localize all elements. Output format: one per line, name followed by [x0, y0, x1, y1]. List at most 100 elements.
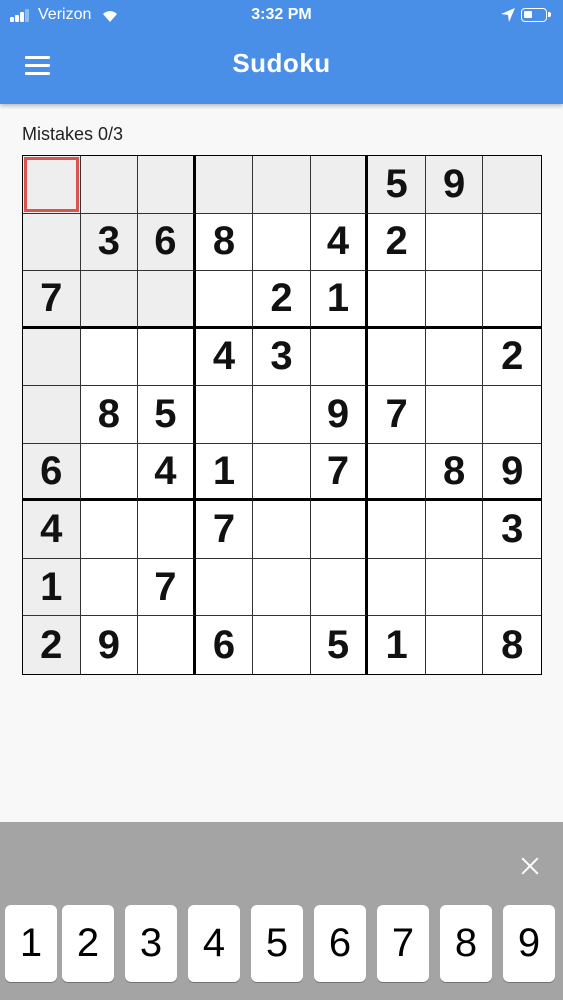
sudoku-cell[interactable]: 1 — [368, 616, 426, 674]
sudoku-cell[interactable]: 4 — [195, 328, 254, 387]
sudoku-board: 5936842721432859764178947317296518 — [22, 155, 542, 675]
sudoku-cell[interactable] — [80, 443, 139, 502]
sudoku-cell[interactable] — [253, 213, 311, 272]
mistakes-counter: Mistakes 0/3 — [22, 124, 124, 144]
number-key-8[interactable]: 8 — [440, 905, 492, 982]
sudoku-cell[interactable] — [483, 386, 541, 444]
sudoku-cell[interactable]: 4 — [23, 501, 81, 559]
sudoku-cell[interactable]: 6 — [23, 443, 81, 502]
sudoku-cell[interactable]: 8 — [80, 386, 139, 444]
sudoku-cell[interactable] — [310, 156, 369, 214]
number-key-6[interactable]: 6 — [314, 905, 366, 982]
close-icon[interactable] — [512, 848, 548, 884]
sudoku-cell[interactable] — [368, 501, 426, 559]
sudoku-cell[interactable] — [138, 271, 196, 329]
location-arrow-icon — [501, 8, 515, 22]
sudoku-cell[interactable]: 2 — [483, 329, 541, 387]
sudoku-cell[interactable] — [425, 386, 484, 444]
sudoku-cell[interactable] — [253, 558, 311, 617]
number-key-2[interactable]: 2 — [62, 905, 114, 982]
sudoku-cell[interactable] — [310, 558, 369, 617]
selected-cell[interactable] — [23, 156, 81, 214]
sudoku-cell[interactable] — [310, 328, 369, 387]
sudoku-cell[interactable] — [23, 328, 81, 387]
number-key-3[interactable]: 3 — [125, 905, 177, 982]
sudoku-cell[interactable] — [425, 328, 484, 387]
sudoku-cell[interactable] — [483, 214, 541, 272]
sudoku-cell[interactable] — [425, 213, 484, 272]
sudoku-cell[interactable] — [368, 271, 426, 329]
sudoku-cell[interactable] — [368, 443, 426, 502]
sudoku-cell[interactable]: 9 — [81, 616, 139, 674]
sudoku-cell[interactable] — [253, 443, 311, 502]
number-pad: 123456789 — [0, 822, 563, 1000]
sudoku-cell[interactable]: 7 — [195, 501, 254, 559]
sudoku-cell[interactable] — [138, 328, 196, 387]
sudoku-cell[interactable] — [80, 328, 139, 387]
sudoku-cell[interactable] — [253, 501, 311, 559]
app-bar: Verizon 3:32 PM Sudoku — [0, 0, 563, 104]
sudoku-cell[interactable] — [253, 616, 311, 674]
sudoku-cell[interactable]: 3 — [483, 501, 541, 559]
sudoku-cell[interactable] — [23, 213, 81, 272]
sudoku-cell[interactable] — [368, 558, 426, 617]
number-key-1[interactable]: 1 — [5, 905, 57, 982]
sudoku-cell[interactable]: 5 — [138, 386, 196, 444]
sudoku-cell[interactable] — [195, 156, 254, 214]
sudoku-cell[interactable]: 2 — [368, 213, 426, 272]
sudoku-cell[interactable] — [195, 386, 254, 444]
sudoku-cell[interactable] — [253, 156, 311, 214]
sudoku-cell[interactable]: 9 — [483, 444, 541, 502]
number-key-4[interactable]: 4 — [188, 905, 240, 982]
sudoku-cell[interactable]: 6 — [138, 213, 196, 272]
sudoku-cell[interactable]: 1 — [23, 558, 81, 617]
sudoku-cell[interactable] — [138, 616, 196, 674]
sudoku-cell[interactable] — [253, 386, 311, 444]
sudoku-cell[interactable]: 3 — [253, 328, 311, 387]
sudoku-cell[interactable]: 1 — [310, 271, 369, 329]
sudoku-cell[interactable]: 5 — [311, 616, 369, 674]
sudoku-cell[interactable]: 7 — [310, 443, 369, 502]
sudoku-cell[interactable] — [80, 271, 139, 329]
page-title: Sudoku — [232, 48, 331, 78]
sudoku-cell[interactable]: 9 — [425, 156, 484, 214]
sudoku-cell[interactable]: 2 — [253, 271, 311, 329]
sudoku-cell[interactable] — [80, 501, 139, 559]
sudoku-cell[interactable]: 7 — [23, 271, 81, 329]
number-key-9[interactable]: 9 — [503, 905, 555, 982]
sudoku-cell[interactable]: 4 — [138, 443, 196, 502]
sudoku-cell[interactable]: 7 — [368, 386, 426, 444]
sudoku-cell[interactable] — [483, 559, 541, 617]
sudoku-cell[interactable]: 8 — [483, 616, 541, 674]
sudoku-cell[interactable] — [368, 328, 426, 387]
sudoku-cell[interactable] — [426, 616, 484, 674]
sudoku-cell[interactable]: 4 — [310, 213, 369, 272]
sudoku-cell[interactable]: 5 — [368, 156, 426, 214]
status-time: 3:32 PM — [251, 6, 312, 23]
sudoku-cell[interactable] — [483, 156, 541, 214]
status-bar: Verizon 3:32 PM — [0, 0, 563, 30]
sudoku-cell[interactable]: 8 — [195, 213, 254, 272]
sudoku-cell[interactable] — [138, 501, 196, 559]
sudoku-cell[interactable] — [483, 271, 541, 329]
sudoku-cell[interactable] — [80, 558, 139, 617]
sudoku-cell[interactable]: 7 — [138, 558, 196, 617]
sudoku-cell[interactable]: 8 — [425, 443, 484, 502]
battery-icon — [521, 8, 551, 22]
sudoku-cell[interactable] — [425, 271, 484, 329]
sudoku-cell[interactable] — [195, 558, 254, 617]
number-key-5[interactable]: 5 — [251, 905, 303, 982]
sudoku-cell[interactable]: 6 — [196, 616, 254, 674]
sudoku-cell[interactable] — [138, 156, 196, 214]
sudoku-cell[interactable] — [195, 271, 254, 329]
sudoku-cell[interactable] — [425, 501, 484, 559]
sudoku-cell[interactable]: 1 — [195, 443, 254, 502]
sudoku-cell[interactable] — [425, 558, 484, 617]
sudoku-cell[interactable] — [80, 156, 139, 214]
sudoku-cell[interactable]: 9 — [310, 386, 369, 444]
sudoku-cell[interactable]: 2 — [23, 616, 81, 674]
sudoku-cell[interactable]: 3 — [80, 213, 139, 272]
sudoku-cell[interactable] — [23, 386, 81, 444]
number-key-7[interactable]: 7 — [377, 905, 429, 982]
sudoku-cell[interactable] — [310, 501, 369, 559]
